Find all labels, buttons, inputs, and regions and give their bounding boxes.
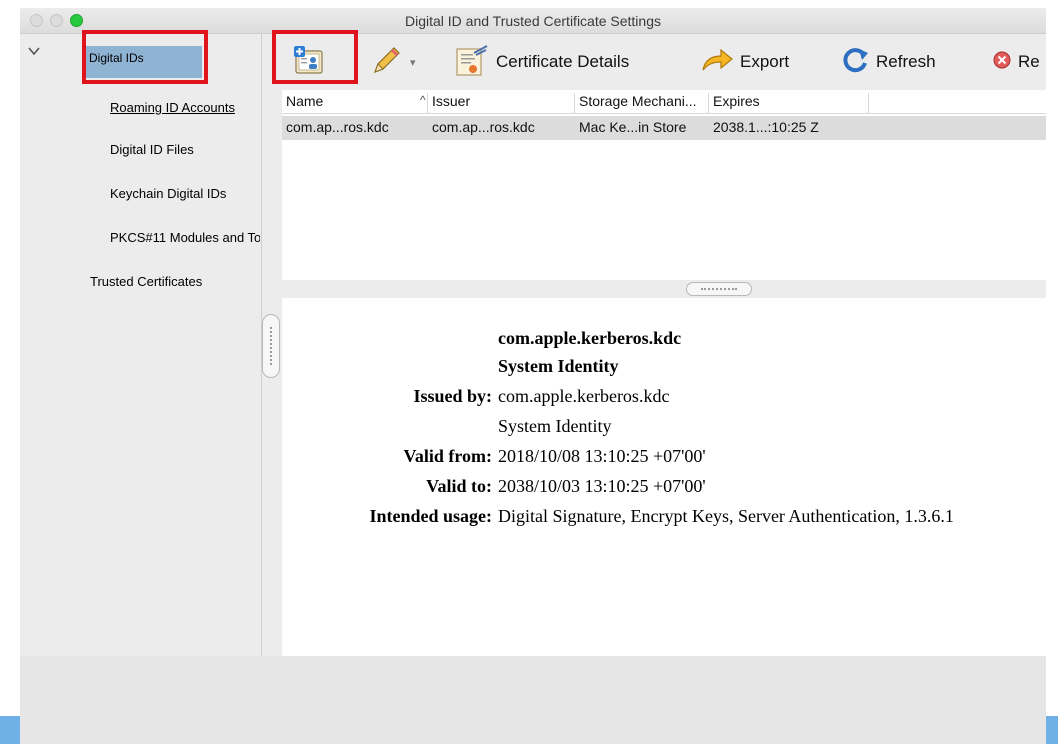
sort-ascending-icon: ^ [420,93,426,107]
issued-by-label: Issued by: [413,386,492,406]
export-arrow-icon [700,46,734,79]
column-header-name[interactable]: Name [282,93,428,113]
settings-window: Digital ID and Trusted Certificate Setti… [20,8,1046,744]
pencil-icon [370,43,404,82]
export-label: Export [740,52,790,71]
cell-storage: Mac Ke...in Store [579,119,687,135]
highlight-box-sidebar [82,30,208,84]
list-split-handle[interactable] [686,282,752,296]
cell-issuer: com.ap...ros.kdc [432,119,535,135]
remove-label: Re [1018,52,1040,71]
sidebar-split-handle[interactable] [262,314,280,378]
column-header-storage[interactable]: Storage Mechani... [575,93,709,113]
sidebar: Digital IDs Roaming ID Accounts Digital … [20,34,262,656]
window-title: Digital ID and Trusted Certificate Setti… [404,13,661,29]
highlight-box-toolbar [272,30,358,84]
intended-usage-value: Digital Signature, Encrypt Keys, Server … [498,506,954,526]
certificate-details-label: Certificate Details [496,52,630,71]
remove-button[interactable]: Re [992,40,1046,84]
bottom-panel [20,656,1046,744]
valid-to-value: 2038/10/03 13:10:25 +07'00' [498,476,706,496]
cell-expires: 2038.1...:10:25 Z [713,119,819,135]
sidebar-item-roaming-id-accounts[interactable]: Roaming ID Accounts [110,100,260,115]
intended-usage-label: Intended usage: [369,506,492,526]
valid-from-label: Valid from: [403,446,492,466]
digital-id-list: Name ^ Issuer Storage Mechani... Expires… [282,90,1046,280]
refresh-button[interactable]: Refresh [840,40,970,84]
sidebar-item-keychain-digital-ids[interactable]: Keychain Digital IDs [110,186,260,201]
sidebar-item-trusted-certificates[interactable]: Trusted Certificates [90,274,250,289]
detail-org: System Identity [498,356,619,376]
remove-icon [992,50,1012,75]
valid-from-value: 2018/10/08 13:10:25 +07'00' [498,446,706,466]
issued-by-name: com.apple.kerberos.kdc [498,386,670,406]
chevron-down-icon[interactable] [26,44,42,60]
column-header-expires[interactable]: Expires [709,93,869,113]
edit-button[interactable]: ▾ [370,40,430,84]
column-header-issuer[interactable]: Issuer [428,93,575,113]
refresh-label: Refresh [876,52,936,71]
refresh-icon [840,45,870,80]
sidebar-item-digital-id-files[interactable]: Digital ID Files [110,142,260,157]
right-edge-strip [1046,716,1058,744]
certificate-details-button[interactable]: Certificate Details [454,40,684,84]
valid-to-label: Valid to: [426,476,492,496]
left-edge-strip [0,716,20,744]
detail-name: com.apple.kerberos.kdc [498,328,682,348]
table-row[interactable]: com.ap...ros.kdc com.ap...ros.kdc Mac Ke… [282,116,1046,140]
cell-name: com.ap...ros.kdc [286,119,389,135]
export-button[interactable]: Export [700,40,820,84]
list-header: Name ^ Issuer Storage Mechani... Expires [282,90,1046,114]
certificate-details-panel: com.apple.kerberos.kdc System Identity I… [282,298,1046,656]
certificate-icon [454,43,490,82]
sidebar-item-pkcs11-modules[interactable]: PKCS#11 Modules and Tokens [110,230,260,245]
chevron-down-icon[interactable]: ▾ [410,56,416,69]
issued-by-org: System Identity [498,416,612,436]
toolbar: ▾ Certificate Details Export Refresh Re [272,34,1046,90]
